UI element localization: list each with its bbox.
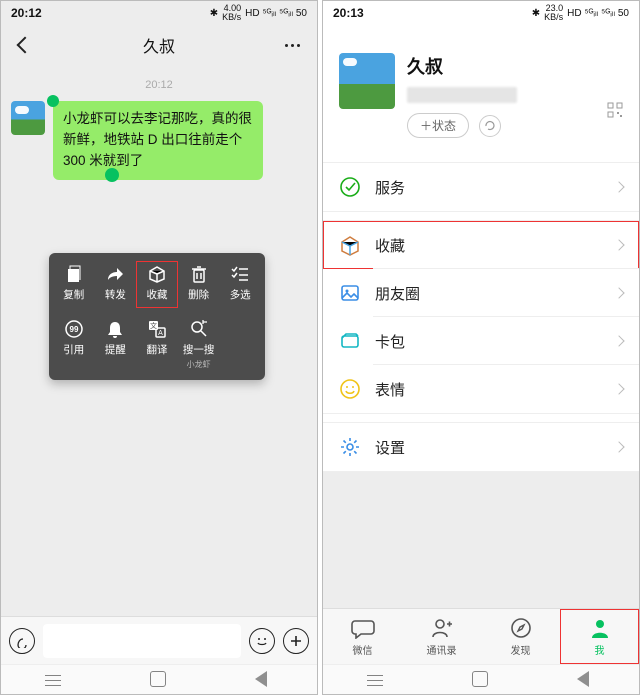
message-input[interactable] [43,624,241,658]
svg-text:99: 99 [69,325,78,334]
status-time: 20:13 [333,6,364,20]
system-nav [1,664,317,694]
contacts-icon [430,616,454,640]
menu-multiselect[interactable]: 多选 [219,261,261,308]
me-icon [588,616,612,640]
spacer [323,472,639,608]
favorites-icon [339,234,361,256]
forward-icon [106,265,124,283]
tab-discover[interactable]: 发现 [481,609,560,664]
tab-contacts[interactable]: 通讯录 [402,609,481,664]
sysnav-home[interactable] [472,671,490,689]
phone-me: 20:13 ✱ 23.0KB/s HD ⁵ᴳᵢₗₗ ⁵ᴳᵢₗₗ 50 久叔 ＋状… [322,0,640,695]
chevron-right-icon [613,383,624,394]
status-indicators: ✱ 23.0KB/s HD ⁵ᴳᵢₗₗ ⁵ᴳᵢₗₗ 50 [532,4,629,22]
chevron-right-icon [613,335,624,346]
phone-chat: 20:12 ✱ 4.00KB/s HD ⁵ᴳᵢₗₗ ⁵ᴳᵢₗₗ 50 久叔 20… [0,0,318,695]
long-press-menu: 复制 转发 收藏 删除 多选 99 引用 [49,253,265,380]
chat-title: 久叔 [143,33,175,57]
chevron-right-icon [613,181,624,192]
menu-favorites[interactable]: 收藏 [323,221,639,269]
tab-wechat[interactable]: 微信 [323,609,402,664]
status-bar: 20:13 ✱ 23.0KB/s HD ⁵ᴳᵢₗₗ ⁵ᴳᵢₗₗ 50 [323,1,639,25]
menu-translate[interactable]: 文A 翻译 [136,316,178,376]
menu-cards[interactable]: 卡包 [323,317,639,365]
discover-icon [509,616,533,640]
menu-favorite[interactable]: 收藏 [136,261,178,308]
favorite-icon [148,265,166,283]
tab-me[interactable]: 我 [560,609,639,664]
sysnav-back[interactable] [255,671,273,689]
chat-menu-button[interactable] [281,33,305,57]
more-button[interactable] [283,628,309,654]
svg-text:文: 文 [150,321,157,330]
chat-icon [351,616,375,640]
status-time: 20:12 [11,6,42,20]
search-icon [190,320,208,338]
profile-card[interactable]: 久叔 ＋状态 [323,25,639,154]
stickers-icon [339,378,361,400]
message-row: 小龙虾可以去李记那吃，真的很新鲜，地铁站 D 出口往前走个 300 米就到了 [11,101,307,180]
back-button[interactable] [13,33,37,57]
status-chip[interactable]: ＋状态 [407,113,469,138]
sysnav-recents[interactable] [367,671,385,689]
profile-name: 久叔 [407,53,517,79]
sysnav-home[interactable] [150,671,168,689]
profile-avatar[interactable] [339,53,395,109]
menu-search[interactable]: 搜一搜 小龙虾 [178,316,220,376]
sysnav-recents[interactable] [45,671,63,689]
system-nav [323,664,639,694]
wechat-id-redacted [407,87,517,103]
menu-moments[interactable]: 朋友圈 [323,269,639,317]
message-bubble[interactable]: 小龙虾可以去李记那吃，真的很新鲜，地铁站 D 出口往前走个 300 米就到了 [53,101,263,180]
sender-avatar[interactable] [11,101,45,135]
chevron-right-icon [613,441,624,452]
cards-icon [339,330,361,352]
menu-stickers[interactable]: 表情 [323,365,639,413]
voice-input-button[interactable] [9,628,35,654]
menu-remind[interactable]: 提醒 [95,316,137,376]
chat-input-bar [1,616,317,664]
emoji-button[interactable] [249,628,275,654]
status-indicators: ✱ 4.00KB/s HD ⁵ᴳᵢₗₗ ⁵ᴳᵢₗₗ 50 [210,4,307,22]
status-refresh-button[interactable] [479,115,501,137]
menu-copy[interactable]: 复制 [53,261,95,308]
chevron-right-icon [613,287,624,298]
settings-icon [339,436,361,458]
menu-delete[interactable]: 删除 [178,261,220,308]
menu-services[interactable]: 服务 [323,163,639,211]
sysnav-back[interactable] [577,671,595,689]
chat-header: 久叔 [1,25,317,65]
remind-icon [106,320,124,338]
tab-bar: 微信 通讯录 发现 我 [323,608,639,664]
status-bar: 20:12 ✱ 4.00KB/s HD ⁵ᴳᵢₗₗ ⁵ᴳᵢₗₗ 50 [1,1,317,25]
delete-icon [190,265,208,283]
menu-settings[interactable]: 设置 [323,423,639,471]
multiselect-icon [231,265,249,283]
quote-icon: 99 [65,320,83,338]
copy-icon [65,265,83,283]
message-timestamp: 20:12 [11,79,307,91]
qr-code-icon[interactable] [607,102,623,118]
menu-quote[interactable]: 99 引用 [53,316,95,376]
menu-forward[interactable]: 转发 [95,261,137,308]
moments-icon [339,282,361,304]
message-text: 小龙虾可以去李记那吃，真的很新鲜，地铁站 D 出口往前走个 300 米就到了 [63,111,252,168]
chevron-right-icon [613,239,624,250]
services-icon [339,176,361,198]
chat-body: 20:12 小龙虾可以去李记那吃，真的很新鲜，地铁站 D 出口往前走个 300 … [1,65,317,616]
svg-text:A: A [158,330,163,337]
translate-icon: 文A [148,320,166,338]
